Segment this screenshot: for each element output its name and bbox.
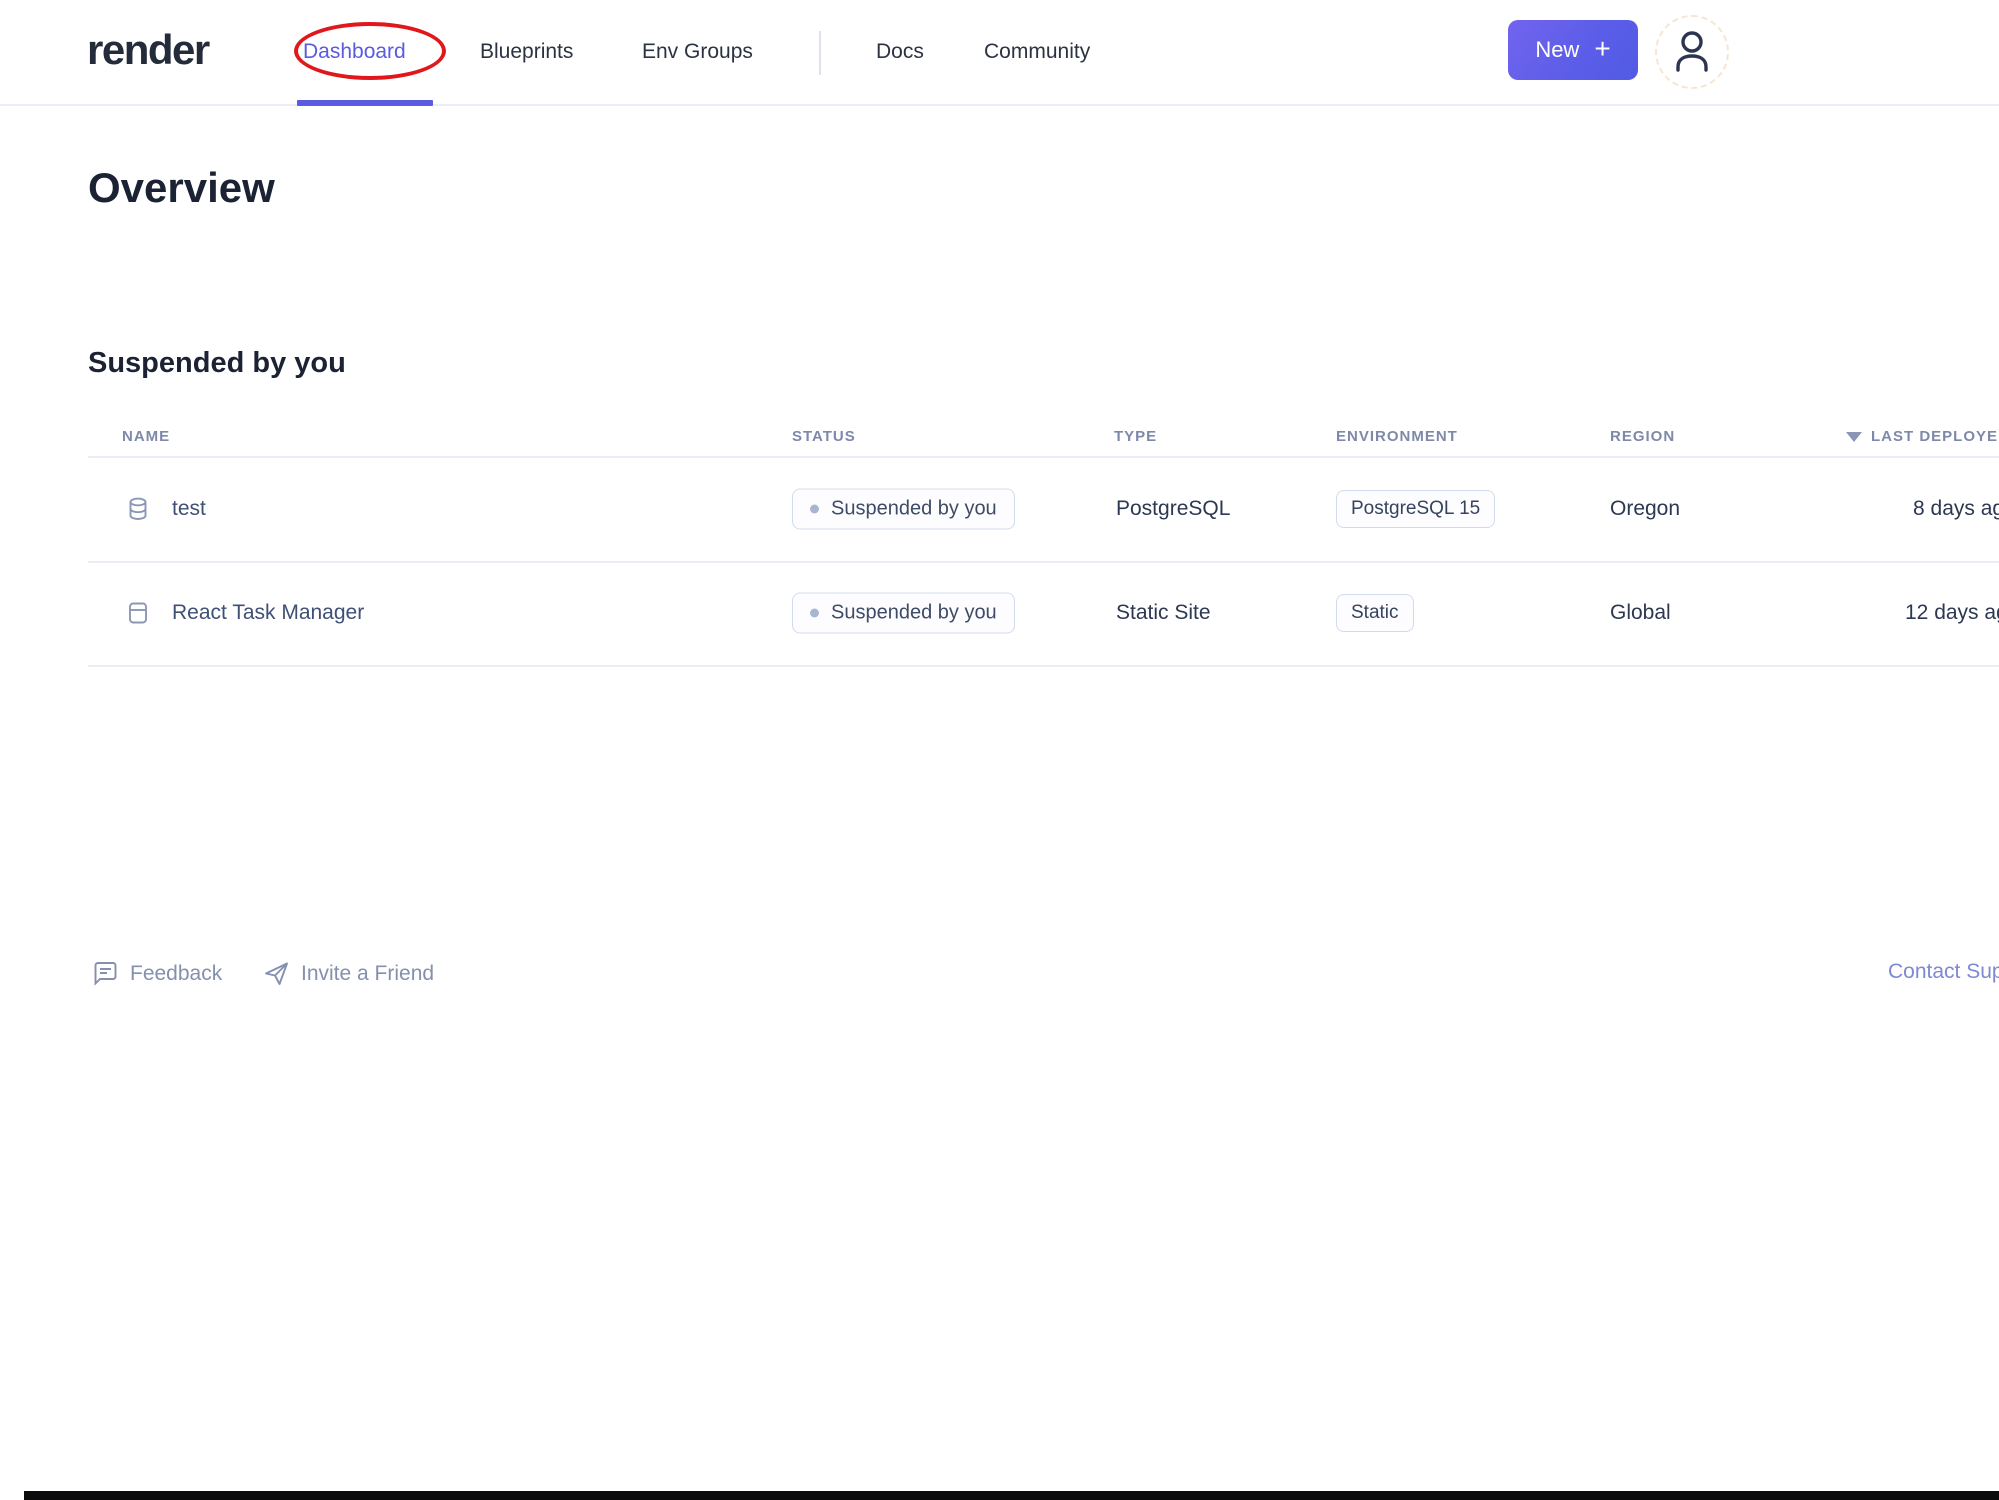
- nav-item-env-groups[interactable]: Env Groups: [642, 40, 753, 64]
- render-logo[interactable]: render: [87, 26, 210, 74]
- column-header-last-deployed[interactable]: LAST DEPLOYED: [1846, 428, 1999, 445]
- status-badge-label: Suspended by you: [831, 601, 997, 624]
- nav-item-env-groups-label: Env Groups: [642, 40, 753, 63]
- plus-icon: +: [1594, 32, 1611, 64]
- database-icon: [127, 497, 149, 521]
- invite-a-friend-label: Invite a Friend: [301, 961, 435, 985]
- last-deploy-cell: 8 days ago: [1913, 497, 1999, 520]
- status-dot-icon: [810, 608, 819, 618]
- sort-descending-icon: [1846, 432, 1862, 442]
- nav-item-blueprints-label: Blueprints: [480, 40, 574, 63]
- environment-cell: Static: [1336, 594, 1414, 632]
- type-cell: PostgreSQL: [1116, 497, 1231, 520]
- column-header-name: NAME: [122, 428, 171, 445]
- invite-a-friend-link[interactable]: Invite a Friend: [263, 960, 434, 987]
- environment-cell: PostgreSQL 15: [1336, 490, 1496, 528]
- top-nav: render Dashboard Blueprints Env Groups D…: [0, 0, 1999, 106]
- page-title: Overview: [88, 164, 275, 211]
- service-name-link[interactable]: test: [172, 497, 206, 521]
- account-menu-button[interactable]: [1655, 15, 1729, 89]
- status-cell: Suspended by you: [792, 488, 1015, 530]
- table-row[interactable]: React Task Manager Suspended by you Stat…: [0, 561, 1999, 665]
- status-badge: Suspended by you: [792, 592, 1015, 634]
- contact-support-label: Contact Support: [1888, 960, 1999, 983]
- nav-item-docs[interactable]: Docs: [876, 40, 924, 64]
- nav-item-blueprints[interactable]: Blueprints: [480, 40, 573, 64]
- table-row[interactable]: test Suspended by you PostgreSQL Postgre…: [0, 457, 1999, 561]
- nav-divider: [819, 31, 821, 75]
- new-button[interactable]: New +: [1508, 20, 1638, 80]
- bottom-dark-bar: [24, 1491, 1999, 1500]
- region-cell: Oregon: [1610, 497, 1681, 520]
- nav-item-community-label: Community: [984, 40, 1091, 63]
- column-header-type: TYPE: [1114, 428, 1158, 445]
- paper-plane-icon: [263, 960, 290, 987]
- status-cell: Suspended by you: [792, 592, 1015, 634]
- type-cell: Static Site: [1116, 601, 1211, 624]
- region-cell: Global: [1610, 601, 1671, 624]
- feedback-label: Feedback: [130, 961, 223, 985]
- feedback-icon: [92, 960, 119, 987]
- last-deploy-cell: 12 days ago: [1905, 601, 1999, 624]
- nav-item-dashboard-label: Dashboard: [303, 40, 406, 63]
- static-site-icon: [127, 601, 149, 625]
- row-divider: [88, 665, 1999, 667]
- column-header-region: REGION: [1610, 428, 1676, 445]
- nav-item-docs-label: Docs: [876, 40, 924, 63]
- environment-badge: PostgreSQL 15: [1336, 490, 1496, 528]
- status-dot-icon: [810, 504, 819, 514]
- active-tab-underline: [297, 100, 433, 106]
- column-header-environment: ENVIRONMENT: [1336, 428, 1458, 445]
- column-header-status: STATUS: [792, 428, 856, 445]
- section-title: Suspended by you: [88, 347, 346, 379]
- environment-badge: Static: [1336, 594, 1414, 632]
- column-header-last-deployed-label: LAST DEPLOYED: [1871, 428, 1999, 445]
- new-button-label: New: [1535, 37, 1580, 62]
- nav-item-dashboard[interactable]: Dashboard: [303, 40, 406, 64]
- contact-support-link[interactable]: Contact Support: [1888, 960, 1999, 984]
- service-name-link[interactable]: React Task Manager: [172, 601, 364, 625]
- status-badge-label: Suspended by you: [831, 497, 997, 520]
- user-icon: [1671, 29, 1713, 75]
- status-badge: Suspended by you: [792, 488, 1015, 530]
- nav-item-community[interactable]: Community: [984, 40, 1090, 64]
- feedback-link[interactable]: Feedback: [92, 960, 222, 987]
